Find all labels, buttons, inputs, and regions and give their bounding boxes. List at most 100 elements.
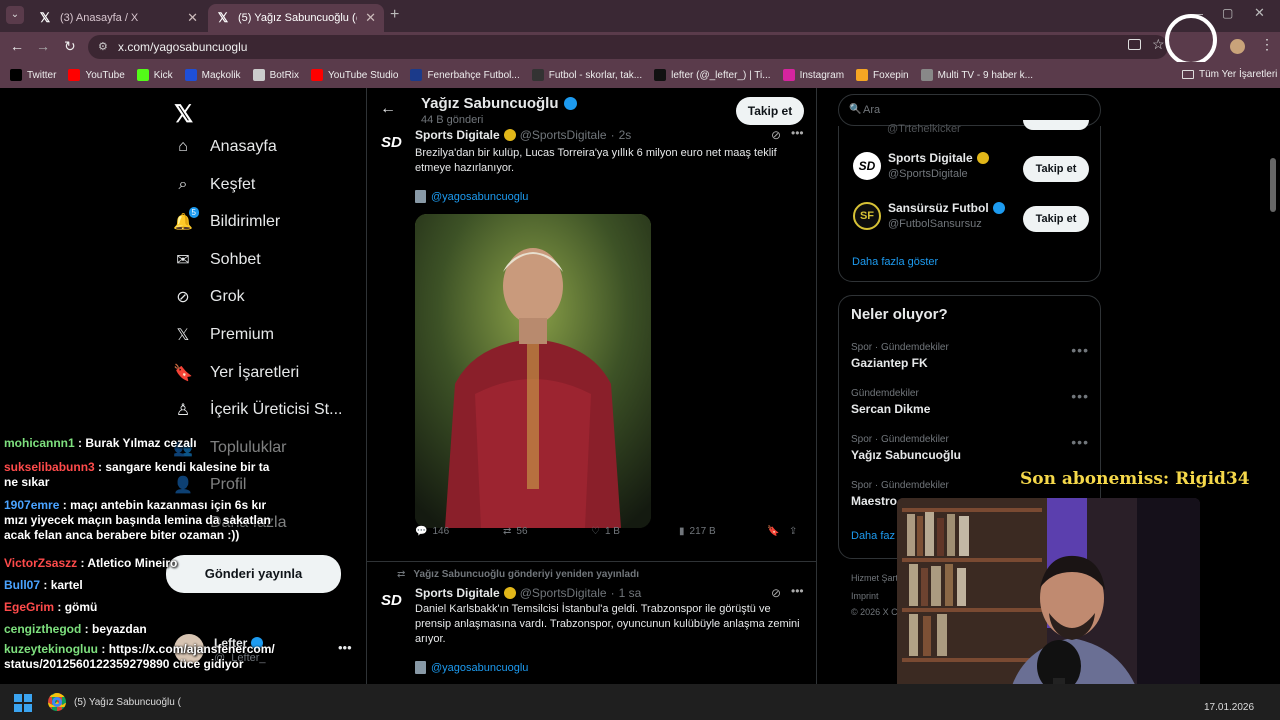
bookmark-label: Instagram [799, 69, 845, 81]
follow-button[interactable]: Takip et [736, 97, 804, 125]
nav-item[interactable]: ⌕ Keşfet [172, 174, 256, 196]
nav-item[interactable]: 🔔 5 Bildirimler [172, 207, 280, 233]
profile-avatar[interactable] [1230, 39, 1245, 54]
menu-icon[interactable]: ⋮ [1260, 36, 1274, 53]
bookmark-item[interactable]: Multi TV - 9 haber k... [915, 69, 1039, 81]
nav-item[interactable]: ✉ Sohbet [172, 249, 261, 271]
x-logo-icon[interactable]: 𝕏 [174, 100, 193, 129]
tweet-handle[interactable]: @SportsDigitale [520, 128, 607, 142]
views-button[interactable]: ▮ 217 B [679, 526, 767, 537]
chrome-icon [48, 693, 66, 711]
show-more-link[interactable]: Daha fazla göster [852, 256, 938, 268]
reload-icon[interactable]: ↻ [64, 38, 76, 55]
tweet-author[interactable]: Sports Digitale [415, 586, 500, 600]
nav-label: Sohbet [210, 250, 261, 268]
reply-button[interactable]: 💬 146 [415, 526, 503, 537]
tweet-time[interactable]: 2s [619, 128, 632, 142]
close-window-button[interactable]: ✕ [1254, 5, 1265, 21]
nav-item[interactable]: ⌂ Anasayfa [172, 136, 277, 158]
suggestion-row[interactable]: SD Sports Digitale @SportsDigitale Takip… [839, 148, 1102, 192]
bookmark-item[interactable]: lefter (@_lefter_) | Ti... [648, 69, 776, 81]
share-button[interactable]: ⇪ [789, 526, 797, 537]
post-count: 44 B gönderi [421, 114, 484, 126]
grok-icon[interactable]: ⊘ [771, 128, 781, 142]
tweet-handle[interactable]: @SportsDigitale [520, 586, 607, 600]
windows-start-icon[interactable] [14, 694, 32, 712]
maximize-button[interactable]: ▢ [1222, 6, 1233, 20]
partial-follow-button[interactable] [1023, 120, 1089, 130]
forward-icon[interactable]: → [36, 38, 50, 54]
nav-item[interactable]: 𝕏 Premium [172, 324, 274, 346]
more-dots-icon[interactable]: ••• [1071, 388, 1089, 404]
tab-list-dropdown[interactable]: ⌄ [6, 6, 24, 24]
tweet[interactable]: ⇄ Yağız Sabuncuoğlu gönderiyi yeniden ya… [367, 566, 816, 684]
star-icon[interactable]: ☆ [1152, 36, 1165, 53]
nav-item[interactable]: ⊘ Grok [172, 286, 244, 308]
nav-item[interactable]: 🔖 Yer İşaretleri [172, 362, 299, 384]
bookmark-item[interactable]: Futbol - skorlar, tak... [526, 69, 648, 81]
suggestion-name: Sports Digitale [888, 151, 973, 165]
more-dots-icon[interactable]: ••• [791, 126, 804, 140]
tweet-image[interactable] [415, 214, 651, 528]
more-dots-icon[interactable]: ••• [791, 584, 804, 598]
multitv-icon [920, 69, 933, 81]
bookmark-item[interactable]: Twitter [4, 69, 62, 81]
mail-icon: ✉ [176, 251, 190, 269]
browser-tab-active[interactable]: 𝕏 (5) Yağız Sabuncuoğlu (@yagos... ✕ [208, 4, 384, 32]
bookmark-item[interactable]: Instagram [777, 69, 850, 81]
chat-username: VictorZsaszz [4, 556, 78, 570]
nav-item[interactable]: ♙ İçerik Üreticisi St... [172, 399, 343, 421]
browser-tab[interactable]: 𝕏 (3) Anasayfa / X ✕ [30, 4, 206, 32]
new-tab-button[interactable]: + [390, 6, 399, 24]
like-button[interactable]: ♡ 1 B [591, 526, 679, 537]
bookmark-item[interactable]: Kick [131, 69, 179, 81]
more-dots-icon[interactable]: ••• [1071, 434, 1089, 450]
trend-item[interactable]: Gündemdekiler Sercan Dikme ••• [851, 388, 1101, 428]
tweet-author[interactable]: Sports Digitale [415, 128, 500, 142]
follow-button[interactable]: Takip et [1023, 206, 1089, 232]
mackolik-icon [184, 69, 197, 81]
bookmark-item[interactable]: Foxepin [850, 69, 915, 81]
follow-button[interactable]: Takip et [1023, 156, 1089, 182]
tweet[interactable]: SD Sports Digitale @SportsDigitale · 2s … [367, 126, 816, 558]
bookmark-item[interactable]: YouTube Studio [305, 69, 404, 81]
retweet-notice[interactable]: Yağız Sabuncuoğlu gönderiyi yeniden yayı… [413, 569, 639, 580]
footer-link[interactable]: Hizmet Şart [851, 573, 898, 583]
back-arrow-icon[interactable]: ← [380, 100, 396, 118]
source-link[interactable]: @yagosabuncuoglu [431, 191, 528, 203]
chat-separator: : [77, 556, 88, 570]
trend-name: Yağız Sabuncuoğlu [851, 448, 962, 462]
nav-label: İçerik Üreticisi St... [210, 401, 343, 419]
close-icon[interactable]: ✕ [365, 10, 376, 26]
suggestion-name: Sansürsüz Futbol [888, 201, 989, 215]
bookmark-item[interactable]: Fenerbahçe Futbol... [404, 69, 525, 81]
bookmark-button[interactable]: 🔖 [767, 526, 789, 537]
bookmark-label: Twitter [27, 69, 57, 81]
bookmark-item[interactable]: BotRix [247, 69, 305, 81]
back-icon[interactable]: ← [10, 38, 24, 54]
url-field[interactable]: ⚙ x.com/yagosabuncuoglu [88, 35, 1168, 59]
grok-icon[interactable]: ⊘ [771, 586, 781, 600]
bookmark-item[interactable]: Maçkolik [179, 69, 247, 81]
scrollbar[interactable] [1270, 158, 1276, 212]
bookmark-label: YouTube Studio [328, 69, 399, 81]
close-icon[interactable]: ✕ [187, 10, 198, 26]
taskbar-app-chrome[interactable]: (5) Yağız Sabuncuoğlu ( [48, 690, 181, 714]
trends-more-link[interactable]: Daha faz [851, 530, 895, 542]
source-link[interactable]: @yagosabuncuoglu [431, 662, 528, 674]
retweet-button[interactable]: ⇄ 56 [503, 526, 591, 537]
bookmark-label: Fenerbahçe Futbol... [427, 69, 520, 81]
chat-username: 1907emre [4, 498, 60, 512]
site-info-icon[interactable]: ⚙ [98, 35, 108, 59]
all-bookmarks[interactable]: Tüm Yer İşaretleri [1182, 69, 1277, 80]
suggestion-row[interactable]: SF Sansürsüz Futbol @FutbolSansursuz Tak… [839, 198, 1102, 242]
trend-item[interactable]: Spor · Gündemdekiler Yağız Sabuncuoğlu •… [851, 434, 1101, 474]
cast-icon[interactable] [1128, 39, 1141, 50]
footer-link[interactable]: Imprint [851, 591, 879, 601]
more-dots-icon[interactable]: ••• [338, 640, 352, 655]
trend-item[interactable]: Spor · Gündemdekiler Gaziantep FK ••• [851, 342, 1101, 382]
bookmark-item[interactable]: YouTube [62, 69, 130, 81]
more-dots-icon[interactable]: ••• [1071, 342, 1089, 358]
tweet-time[interactable]: 1 sa [619, 586, 642, 600]
view-count: 217 B [689, 526, 716, 537]
